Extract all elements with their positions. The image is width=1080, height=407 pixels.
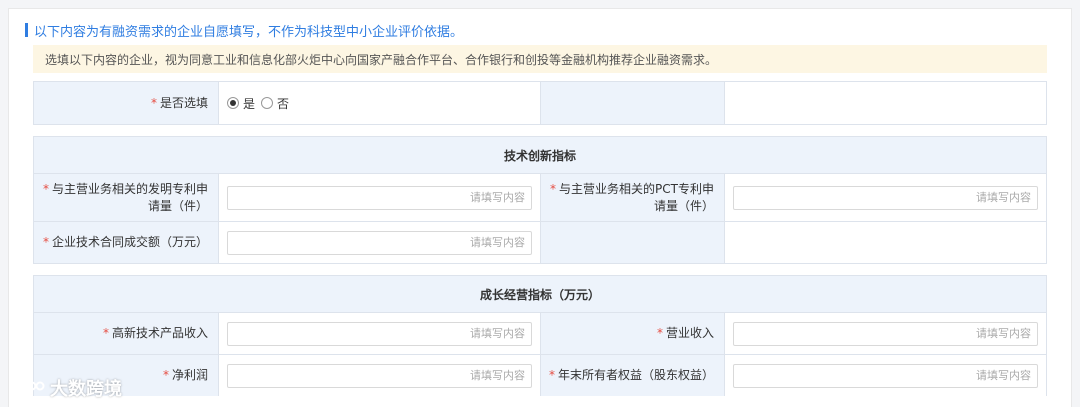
optional-radio-cell: 是 否 — [218, 82, 540, 124]
hitech-income-label: 高新技术产品收入 — [111, 326, 208, 340]
required-mark: * — [550, 181, 557, 196]
section-title: 以下内容为有融资需求的企业自愿填写，不作为科技型中小企业评价依据。 — [25, 21, 464, 40]
invention-patent-input[interactable] — [227, 185, 532, 210]
pct-patent-label-1: 与主营业务相关的PCT专利申 — [559, 181, 714, 196]
tech-contract-label-cell: * 企业技术合同成交额（万元） — [34, 222, 218, 263]
required-mark: * — [162, 368, 169, 382]
equity-label-cell: * 年末所有者权益（股东权益） — [540, 355, 724, 396]
revenue-label: 营业收入 — [665, 326, 714, 340]
equity-value-cell — [724, 355, 1046, 396]
net-profit-label: 净利润 — [171, 368, 208, 382]
tech-contract-value-cell — [218, 222, 540, 263]
growth-group-title: 成长经营指标（万元） — [479, 287, 600, 302]
radio-yes-indicator[interactable] — [227, 97, 239, 109]
required-mark: * — [102, 326, 109, 340]
watermark-icon — [10, 380, 45, 393]
watermark-text: 大数跨境 — [50, 379, 122, 400]
radio-yes[interactable]: 是 — [227, 95, 255, 112]
radio-no-indicator[interactable] — [261, 97, 274, 109]
revenue-value-cell — [724, 313, 1046, 354]
empty-label-cell — [540, 82, 724, 124]
net-profit-input[interactable] — [227, 363, 532, 388]
tech-innovation-table: 技术创新指标 *与主营业务相关的发明专利申 请量（件） *与主营业务相关的PCT… — [33, 136, 1047, 264]
invention-patent-label-2: 请量（件） — [147, 198, 208, 213]
empty-label-cell — [540, 222, 724, 263]
required-mark: * — [42, 235, 49, 249]
equity-label: 年末所有者权益（股东权益） — [558, 368, 715, 382]
growth-operation-table: 成长经营指标（万元） * 高新技术产品收入 * 营业收入 * 净利润 — [33, 275, 1047, 396]
empty-value-cell — [724, 82, 1046, 124]
empty-value-cell — [724, 222, 1046, 263]
radio-no[interactable]: 否 — [261, 95, 289, 112]
revenue-label-cell: * 营业收入 — [540, 313, 724, 354]
tech-contract-input[interactable] — [227, 230, 532, 255]
consent-notice: 选填以下内容的企业，视为同意工业和信息化部火炬中心向国家产融合作平台、合作银行和… — [33, 45, 1047, 73]
section-title-text: 以下内容为有融资需求的企业自愿填写，不作为科技型中小企业评价依据。 — [34, 24, 464, 40]
hitech-income-input[interactable] — [227, 321, 532, 346]
consent-notice-text: 选填以下内容的企业，视为同意工业和信息化部火炬中心向国家产融合作平台、合作银行和… — [45, 52, 718, 67]
tech-group-header: 技术创新指标 — [34, 137, 1046, 173]
equity-input[interactable] — [733, 363, 1038, 388]
invention-patent-value-cell — [218, 174, 540, 221]
optional-table: * 是否选填 是 否 — [33, 81, 1047, 125]
required-mark: * — [549, 368, 555, 382]
optional-label-cell: * 是否选填 — [34, 82, 218, 124]
net-profit-value-cell — [218, 355, 540, 396]
watermark-logo: 大数跨境 — [8, 375, 122, 401]
tech-contract-label: 企业技术合同成交额（万元） — [51, 235, 208, 249]
required-mark: * — [656, 326, 663, 340]
pct-patent-label-cell: * 与主营业务相关的PCT专利申 请量（件） — [540, 174, 724, 221]
pct-patent-label-2: 请量（件） — [653, 198, 714, 213]
tech-group-title: 技术创新指标 — [503, 148, 576, 163]
radio-no-label: 否 — [277, 96, 290, 111]
invention-patent-label-cell: * 与主营业务相关的发明专利申 请量（件） — [34, 174, 218, 221]
radio-yes-label: 是 — [243, 96, 256, 111]
hitech-income-label-cell: * 高新技术产品收入 — [34, 313, 218, 354]
required-mark: * — [150, 95, 157, 110]
financing-form-panel: 以下内容为有融资需求的企业自愿填写，不作为科技型中小企业评价依据。 选填以下内容… — [8, 8, 1072, 407]
pct-patent-value-cell — [724, 174, 1046, 221]
growth-group-header: 成长经营指标（万元） — [34, 276, 1046, 312]
invention-patent-label-1: 与主营业务相关的发明专利申 — [51, 181, 208, 196]
pct-patent-input[interactable] — [733, 185, 1038, 210]
title-accent-bar — [25, 23, 28, 37]
revenue-input[interactable] — [733, 321, 1038, 346]
hitech-income-value-cell — [218, 313, 540, 354]
required-mark: * — [42, 181, 49, 196]
optional-label: 是否选填 — [159, 95, 208, 110]
